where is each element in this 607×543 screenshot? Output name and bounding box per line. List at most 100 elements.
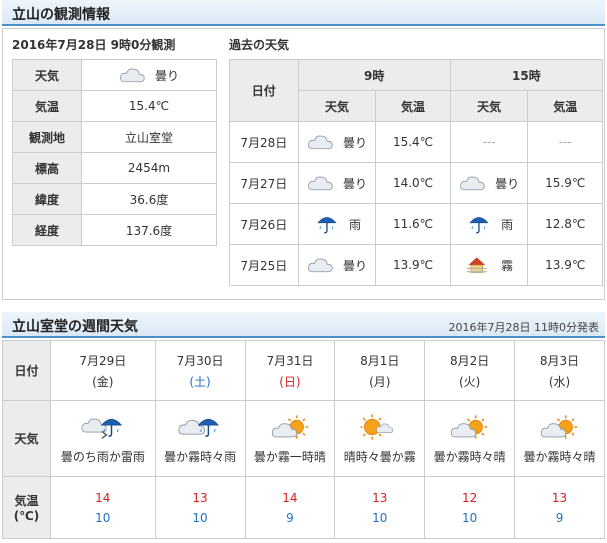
weekly-date: 8月1日 (360, 353, 400, 368)
past-temp: 12.8℃ (527, 203, 603, 245)
past-date: 7月27日 (229, 162, 299, 204)
weekly-section-header: 立山室堂の週間天気 2016年7月28日 11時0分発表 (2, 312, 605, 338)
cloud-icon (119, 63, 151, 87)
obs-row: 天気 曇り (12, 59, 217, 91)
weekly-forecast-text: 曇のち雨か雷雨 (60, 450, 145, 464)
past-table: 日付 9時 15時 天気 気温 天気 気温 7月28日 曇り 15.4℃ --- ---… (229, 59, 604, 286)
weekly-low: 9 (555, 510, 564, 525)
obs-row: 観測地 立山室堂 (12, 121, 217, 153)
weekly-high: 14 (95, 490, 111, 505)
weekly-label-temp-2: (℃) (13, 509, 40, 523)
past-head-weather-9: 天気 (297, 90, 377, 122)
past-weather-text: 曇り (495, 176, 520, 191)
cloud-rain-icon (149, 410, 251, 447)
past-row: 7月26日 雨 11.6℃ 雨 12.8℃ (229, 203, 603, 245)
obs-row: 標高 2454m (12, 152, 217, 184)
obs-value-cell: 立山室堂 (81, 121, 217, 153)
obs-value-cell: 2454m (81, 152, 217, 184)
weekly-forecast-text: 曇か霧時々晴 (523, 450, 596, 464)
obs-value-cell: 36.6度 (81, 183, 217, 215)
weekly-section-title: 立山室堂の週間天気 (12, 319, 138, 335)
past-weather-cell: 雨 (297, 203, 377, 245)
weekly-date: 7月31日 (266, 353, 314, 368)
obs-row: 気温 15.4℃ (12, 90, 217, 122)
obs-row: 経度 137.6度 (12, 214, 217, 246)
obs-section-title: 立山の観測情報 (12, 7, 110, 23)
past-head-15: 15時 (449, 59, 604, 91)
past-temp: 11.6℃ (375, 203, 451, 245)
weekly-day-head: 7月29日 (金) (50, 340, 156, 401)
cloud-icon (307, 171, 339, 195)
past-weather-cell: 霧 (449, 244, 529, 286)
weekly-forecast-cell: 曇か霧時々晴 (424, 400, 516, 477)
past-head-temp-15: 気温 (527, 90, 603, 122)
past-temp: 15.9℃ (527, 162, 603, 204)
past-weather-cell: 曇り (297, 121, 377, 163)
past-date: 7月28日 (229, 121, 299, 163)
obs-value: 曇り (154, 68, 179, 83)
obs-label: 経度 (12, 214, 82, 246)
weekly-low: 10 (372, 510, 388, 525)
weekly-forecast-text: 曇か霧時々晴 (433, 450, 506, 464)
past-temp: 15.4℃ (375, 121, 451, 163)
past-head-9: 9時 (297, 59, 451, 91)
past-temp: 13.9℃ (375, 244, 451, 286)
weekly-low: 10 (462, 510, 478, 525)
weekly-day-head: 7月31日 (日) (244, 340, 336, 401)
past-weather-cell: --- (449, 121, 529, 163)
weekly-forecast-cell: 曇か霧時々雨 (154, 400, 246, 477)
past-row: 7月25日 曇り 13.9℃ 霧 13.9℃ (229, 244, 603, 286)
past-temp: --- (527, 121, 603, 163)
cloud-icon (459, 171, 491, 195)
weekly-date: 8月3日 (539, 353, 580, 368)
past-weather-text: 雨 (501, 217, 514, 232)
obs-table: 天気 曇り 気温 15.4℃ 観測地 立山室堂 標高 2454m 緯度 36.6度 経度 137.6度 (12, 59, 217, 246)
past-weather-cell: 曇り (297, 244, 377, 286)
past-head-weather-15: 天気 (449, 90, 529, 122)
obs-label: 天気 (12, 59, 82, 91)
cloud-icon (307, 253, 339, 277)
past-weather-cell: 雨 (449, 203, 529, 245)
weekly-date: 8月2日 (450, 353, 490, 368)
weekly-low: 10 (95, 510, 111, 525)
weekly-label-date: 日付 (2, 340, 51, 401)
weekly-day-head: 7月30日 (土) (154, 340, 246, 401)
obs-label: 気温 (12, 90, 82, 122)
cloud-sun-icon (419, 410, 521, 447)
past-weather-text: 霧 (501, 258, 514, 273)
obs-section-header: 立山の観測情報 (2, 0, 605, 26)
past-row: 7月28日 曇り 15.4℃ --- --- (229, 121, 603, 163)
weekly-forecast-cell: 曇か霧時々晴 (514, 400, 605, 477)
past-date: 7月25日 (229, 244, 299, 286)
weekly-dow: (日) (279, 374, 301, 389)
weekly-high: 13 (372, 490, 388, 505)
weekly-temp-cell: 14 10 (50, 476, 156, 539)
past-weather-text: 雨 (348, 217, 361, 232)
umbrella-icon (465, 212, 497, 236)
weekly-day-head: 8月3日 (水) (514, 340, 605, 401)
weekly-temp-cell: 13 10 (334, 476, 426, 539)
fog-house-icon (465, 253, 497, 277)
weekly-high: 12 (462, 490, 478, 505)
weekly-label-temp: 気温 (℃) (2, 476, 51, 539)
weekly-forecast-cell: 曇か霧一時晴 (244, 400, 336, 477)
obs-value-cell: 137.6度 (81, 214, 217, 246)
cloud-sun-icon (508, 410, 607, 447)
past-weather-text: 曇り (342, 135, 367, 150)
weekly-temp-cell: 12 10 (424, 476, 516, 539)
obs-panel: 2016年7月28日 9時0分観測 天気 曇り 気温 15.4℃ 観測地 立山室堂 標高 24… (2, 28, 605, 300)
weekly-table: 日付 7月29日 (金) 7月30日 (土) 7月31日 (日) 8月1日 (月) 8月2日 (火)… (2, 340, 605, 539)
weekly-dow: (金) (92, 374, 114, 389)
cloud-icon (307, 130, 339, 154)
sun-cloud-icon (329, 410, 431, 447)
weekly-low: 9 (286, 510, 294, 525)
past-temp: 14.0℃ (375, 162, 451, 204)
past-title: 過去の天気 (229, 38, 290, 52)
weekly-forecast-text: 曇か霧一時晴 (253, 450, 326, 464)
weekly-high: 13 (192, 490, 208, 505)
obs-label: 標高 (12, 152, 82, 184)
past-weather-text: 曇り (342, 176, 367, 191)
past-row: 7月27日 曇り 14.0℃ 曇り 15.9℃ (229, 162, 603, 204)
weekly-forecast-cell: 晴時々曇か霧 (334, 400, 426, 477)
weekly-high: 14 (282, 490, 298, 505)
